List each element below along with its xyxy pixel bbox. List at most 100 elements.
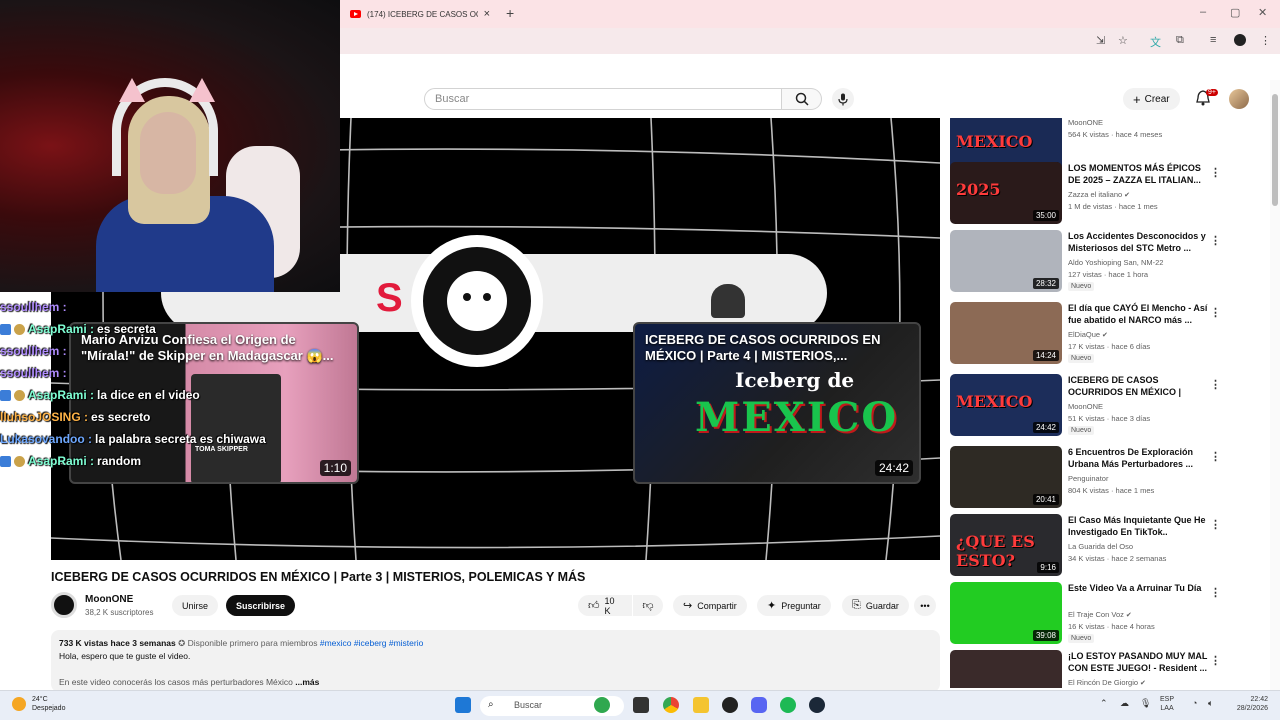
related-channel-row[interactable]: Zazza el italiano ✔ <box>1068 190 1130 199</box>
tray-overflow-icon[interactable]: ⌃ <box>1100 699 1108 708</box>
chrome-icon[interactable] <box>663 697 679 713</box>
related-channel-row[interactable]: El Rincón De Giorgio ✔ <box>1068 678 1146 687</box>
search-input[interactable]: Buscar <box>424 88 782 110</box>
related-channel-row[interactable]: El Traje Con Voz ✔ <box>1068 610 1132 619</box>
bookmark-icon: ⎘ <box>852 599 861 611</box>
video-description[interactable]: 733 K vistas hace 3 semanas ✪ Disponible… <box>51 630 940 692</box>
item-menu-icon[interactable]: ⋮ <box>1210 166 1221 179</box>
item-menu-icon[interactable]: ⋮ <box>1210 450 1221 463</box>
related-video-item[interactable]: MEXICO 24:42 ICEBERG DE CASOS OCURRIDOS EN… <box>950 374 1260 438</box>
related-channel-row[interactable]: Aldo Yoshioping San, NM-22 <box>1068 258 1163 267</box>
taskbar-search-icon: ⌕ <box>488 699 494 710</box>
related-video-item[interactable]: ¡LO ESTOY PASANDO MUY MAL CON ESTE JUEGO… <box>950 650 1260 688</box>
channel-logo <box>411 235 543 367</box>
share-button[interactable]: ↪ Compartir <box>673 595 747 616</box>
browser-menu-icon[interactable]: ⋮ <box>1260 34 1271 47</box>
maximize-button[interactable]: ▢ <box>1230 6 1240 19</box>
channel-name[interactable]: MoonONE <box>85 594 133 605</box>
spotify-icon[interactable] <box>780 697 796 713</box>
ask-button[interactable]: ✦ Preguntar <box>757 595 831 616</box>
related-video-item[interactable]: 20:41 6 Encuentros De Exploración Urbana … <box>950 446 1260 510</box>
join-button[interactable]: Unirse <box>172 595 219 616</box>
related-video-title[interactable]: ICEBERG DE CASOS OCURRIDOS EN MÉXICO | P… <box>1068 374 1208 398</box>
wifi-icon[interactable]: ◔ <box>1192 699 1197 708</box>
user-avatar[interactable] <box>1229 89 1249 109</box>
item-menu-icon[interactable]: ⋮ <box>1210 586 1221 599</box>
related-video-item[interactable]: ¿QUE ES ESTO? 9:16 El Caso Más Inquietante… <box>950 514 1260 578</box>
microphone-tray-icon[interactable]: 🎙︎ <box>1140 699 1151 708</box>
like-button[interactable]: 👍︎ 10 K <box>578 595 632 616</box>
related-video-thumbnail[interactable]: 2025 35:00 <box>950 162 1062 224</box>
obs-icon[interactable] <box>722 697 738 713</box>
windows-start-icon[interactable] <box>455 697 471 713</box>
related-video-thumbnail[interactable]: 28:32 <box>950 230 1062 292</box>
item-menu-icon[interactable]: ⋮ <box>1210 518 1221 531</box>
related-video-title[interactable]: ¡LO ESTOY PASANDO MUY MAL CON ESTE JUEGO… <box>1068 650 1208 674</box>
reading-list-icon[interactable]: ≡ <box>1210 34 1216 46</box>
new-tab-button[interactable]: + <box>506 5 514 21</box>
taskbar-widget-icon[interactable] <box>594 697 610 713</box>
browser-tab[interactable]: (174) ICEBERG DE CASOS OCURRIDOS EN × <box>344 2 496 26</box>
related-video-item[interactable]: 2025 35:00 LOS MOMENTOS MÁS ÉPICOS DE 2025… <box>950 162 1260 226</box>
item-menu-icon[interactable]: ⋮ <box>1210 378 1221 391</box>
page-scrollbar[interactable] <box>1270 80 1280 690</box>
minimize-button[interactable]: – <box>1200 6 1206 18</box>
end-card-right[interactable]: Iceberg de MEXICO ICEBERG DE CASOS OCURR… <box>633 322 921 484</box>
language-code: ESP <box>1160 696 1175 703</box>
related-video-thumbnail[interactable] <box>950 650 1062 688</box>
related-video-item[interactable]: 14:24 El día que CAYÓ El Mencho - Así fue… <box>950 302 1260 366</box>
scrollbar-thumb[interactable] <box>1272 94 1278 206</box>
related-video-thumbnail[interactable]: MEXICO 24:42 <box>950 374 1062 436</box>
related-video-thumbnail[interactable]: 14:24 <box>950 302 1062 364</box>
related-video-title[interactable]: El Caso Más Inquietante Que He Investiga… <box>1068 514 1208 538</box>
search-button[interactable] <box>782 88 822 110</box>
install-app-icon[interactable]: ⇲ <box>1096 34 1105 47</box>
related-video-thumbnail[interactable]: ¿QUE ES ESTO? 9:16 <box>950 514 1062 576</box>
volume-icon[interactable]: 🔈︎ <box>1208 699 1213 708</box>
clock[interactable]: 22:42 28/2/2026 <box>1226 695 1268 713</box>
related-video-item[interactable]: 28:32 Los Accidentes Desconocidos y Miste… <box>950 230 1260 294</box>
file-explorer-icon[interactable] <box>693 697 709 713</box>
item-menu-icon[interactable]: ⋮ <box>1210 654 1221 667</box>
related-video-title[interactable]: 6 Encuentros De Exploración Urbana Más P… <box>1068 446 1208 470</box>
steam-icon[interactable] <box>809 697 825 713</box>
language-indicator[interactable]: ESP LAA <box>1160 695 1174 713</box>
cat-ear-left <box>119 78 145 102</box>
related-channel-row[interactable]: Penguinator <box>1068 474 1108 483</box>
create-button[interactable]: + Crear <box>1123 88 1180 110</box>
discord-icon[interactable] <box>751 697 767 713</box>
related-video-title[interactable]: LOS MOMENTOS MÁS ÉPICOS DE 2025 – ZAZZA … <box>1068 162 1208 186</box>
voice-search-button[interactable] <box>832 88 854 110</box>
related-video-title[interactable]: Este Video Va a Arruinar Tu Día <box>1068 582 1208 594</box>
dislike-button[interactable]: 👎︎ <box>633 595 663 616</box>
close-window-button[interactable]: ✕ <box>1258 6 1267 19</box>
tab-title: (174) ICEBERG DE CASOS OCURRIDOS EN <box>367 9 478 19</box>
weather-widget[interactable]: 24°C Despejado <box>12 695 65 713</box>
save-button[interactable]: ⎘ Guardar <box>842 595 909 616</box>
related-channel-row[interactable]: MoonONE <box>1068 402 1103 411</box>
thumbnail-text: MEXICO <box>956 132 1033 151</box>
description-hashtags[interactable]: #mexico #iceberg #misterio <box>320 638 423 648</box>
related-channel-row[interactable]: La Guarida del Oso <box>1068 542 1133 551</box>
onedrive-icon[interactable]: ☁ <box>1120 699 1129 708</box>
task-view-icon[interactable] <box>633 697 649 713</box>
item-menu-icon[interactable]: ⋮ <box>1210 306 1221 319</box>
browser-toolbar: ⇲ ☆ 文 ⧉ ≡ ⋮ <box>340 28 1280 54</box>
subscribe-button[interactable]: Suscribirse <box>226 595 296 616</box>
channel-avatar[interactable] <box>51 592 77 618</box>
extensions-icon[interactable]: ⧉ <box>1176 34 1184 47</box>
show-more-link[interactable]: ...más <box>295 677 319 687</box>
tab-close-icon[interactable]: × <box>484 8 490 20</box>
bookmark-star-icon[interactable]: ☆ <box>1118 34 1128 47</box>
profile-icon[interactable] <box>1234 34 1246 49</box>
related-video-thumbnail[interactable]: 20:41 <box>950 446 1062 508</box>
related-video-title[interactable]: Los Accidentes Desconocidos y Misterioso… <box>1068 230 1208 254</box>
related-video-title[interactable]: El día que CAYÓ El Mencho - Así fue abat… <box>1068 302 1208 326</box>
more-actions-button[interactable]: ••• <box>914 595 936 616</box>
related-channel-row[interactable]: ElDiaQue ✔ <box>1068 330 1108 339</box>
related-channel-row[interactable]: MoonONE <box>1068 118 1103 127</box>
related-video-thumbnail[interactable]: 39:08 <box>950 582 1062 644</box>
extension-translate-icon[interactable]: 文 <box>1150 34 1161 50</box>
related-video-item[interactable]: 39:08 Este Video Va a Arruinar Tu Día El T… <box>950 582 1260 646</box>
item-menu-icon[interactable]: ⋮ <box>1210 234 1221 247</box>
